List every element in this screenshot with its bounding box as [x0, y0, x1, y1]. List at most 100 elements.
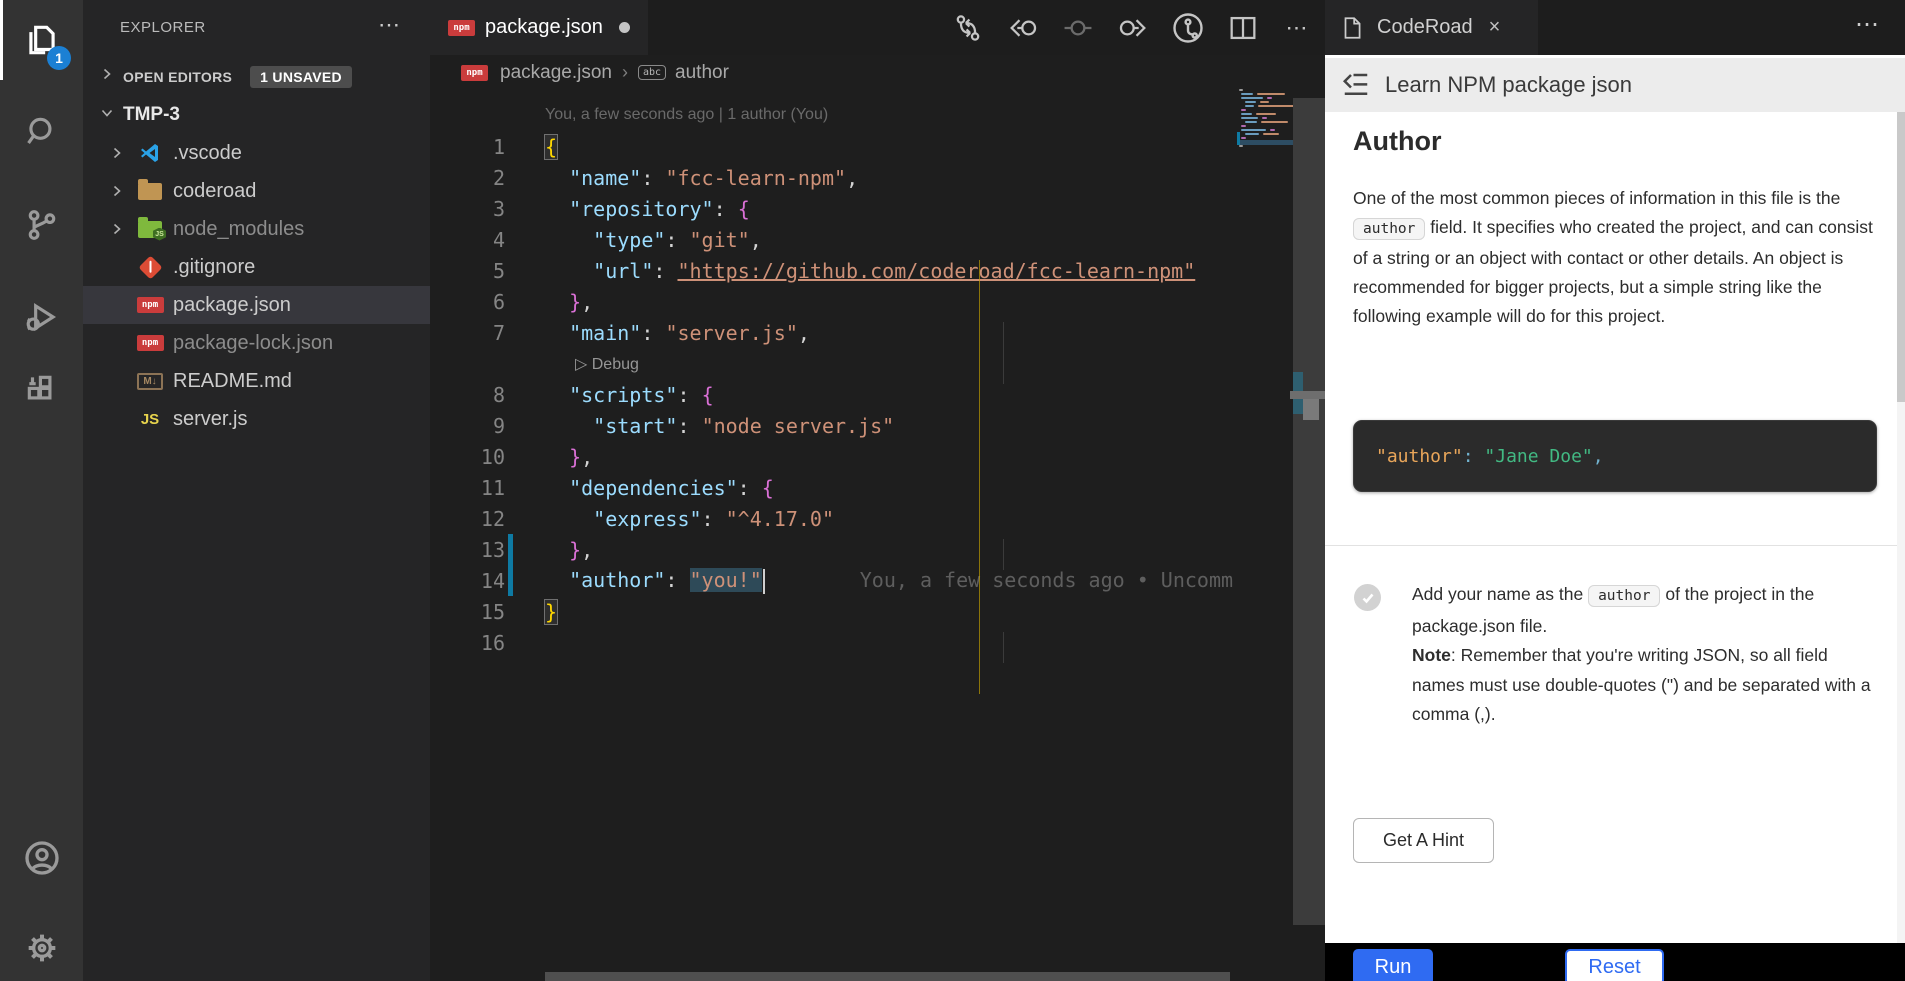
js-icon: JS: [141, 411, 159, 428]
panel-scrollbar-thumb[interactable]: [1897, 112, 1905, 402]
open-changes-icon[interactable]: [940, 0, 995, 55]
root-folder-label: TMP-3: [123, 104, 180, 126]
gutter: [505, 596, 545, 627]
file-tree-item-coderoad[interactable]: coderoad: [83, 172, 430, 210]
text: : Remember that you're writing JSON, so …: [1412, 645, 1871, 724]
code-line-11[interactable]: 11 "dependencies": {: [430, 472, 1237, 503]
coderoad-run-icon[interactable]: [1160, 0, 1215, 55]
line-number: 4: [430, 228, 505, 252]
overview-ruler-marker: [1303, 399, 1319, 420]
unsaved-badge: 1 UNSAVED: [250, 66, 352, 88]
breadcrumb-separator-icon: ›: [622, 62, 628, 83]
text: field. It specifies who created the proj…: [1353, 217, 1873, 326]
chevron-right-icon: [109, 183, 125, 199]
step-forward-icon[interactable]: [1105, 0, 1160, 55]
vscode-icon: [138, 141, 162, 165]
minimap[interactable]: [1237, 88, 1293, 148]
file-tree-item-server-js[interactable]: JSserver.js: [83, 400, 430, 438]
indent-guide: [1003, 632, 1004, 663]
inline-code: author: [1353, 218, 1425, 240]
code-line-4[interactable]: 4 "type": "git",: [430, 224, 1237, 255]
file-tree-item-package-json[interactable]: npmpackage.json: [83, 286, 430, 324]
step-back-icon[interactable]: [995, 0, 1050, 55]
code-line-9[interactable]: 9 "start": "node server.js": [430, 410, 1237, 441]
coderoad-content: Author One of the most common pieces of …: [1325, 112, 1905, 943]
file-tree-item--gitignore[interactable]: .gitignore: [83, 248, 430, 286]
git-blame-header: You, a few seconds ago | 1 author (You): [430, 98, 1237, 131]
line-number: 7: [430, 321, 505, 345]
more-actions-icon[interactable]: ⋯: [1270, 0, 1325, 55]
panel-scrollbar[interactable]: [1897, 112, 1905, 943]
search-icon[interactable]: [0, 92, 83, 172]
npm-icon: npm: [137, 297, 164, 313]
line-number: 11: [430, 476, 505, 500]
explorer-title: EXPLORER: [120, 19, 206, 36]
editor-scrollbar[interactable]: [1293, 98, 1325, 925]
bold-text: Note: [1412, 645, 1451, 665]
code-line-13[interactable]: 13 },: [430, 534, 1237, 565]
code-line-1[interactable]: 1{: [430, 131, 1237, 162]
code-line-8[interactable]: 8 "scripts": {: [430, 379, 1237, 410]
file-tree: .vscodecoderoadJSnode_modules.gitignoren…: [83, 134, 430, 438]
code-line-16[interactable]: 16: [430, 627, 1237, 658]
code-line-6[interactable]: 6 },: [430, 286, 1237, 317]
breadcrumb-symbol[interactable]: author: [675, 62, 729, 84]
panel-more-actions-icon[interactable]: ⋯: [1855, 10, 1881, 39]
modified-dot-icon[interactable]: [619, 22, 630, 33]
markdown-icon: M↓: [137, 373, 163, 390]
code-line-10[interactable]: 10 },: [430, 441, 1237, 472]
overview-ruler-marker: [1290, 391, 1325, 399]
step-over-icon[interactable]: [1050, 0, 1105, 55]
code-line-14[interactable]: 14 "author": "you!"You, a few seconds ag…: [430, 565, 1237, 596]
divider: [1325, 545, 1905, 546]
run-debug-icon[interactable]: [0, 277, 83, 357]
run-button[interactable]: Run: [1353, 949, 1433, 981]
code-text: {: [545, 135, 557, 159]
reset-button[interactable]: Reset: [1565, 949, 1664, 981]
gutter: [505, 255, 545, 286]
close-icon[interactable]: ×: [1489, 16, 1501, 39]
gutter: [505, 317, 545, 348]
gutter: [505, 410, 545, 441]
accounts-icon[interactable]: [0, 818, 83, 898]
tab-coderoad[interactable]: CodeRoad ×: [1325, 0, 1538, 55]
code-line-7[interactable]: 7 "main": "server.js",: [430, 317, 1237, 348]
breadcrumb-file[interactable]: package.json: [500, 62, 612, 84]
tab-package-json[interactable]: npm package.json: [430, 0, 648, 55]
gutter: [505, 162, 545, 193]
split-editor-icon[interactable]: [1215, 0, 1270, 55]
file-tree-item-package-lock-json[interactable]: npmpackage-lock.json: [83, 324, 430, 362]
coderoad-header: Learn NPM package json: [1325, 58, 1905, 112]
explorer-icon[interactable]: 1: [0, 0, 83, 80]
line-number: 8: [430, 383, 505, 407]
horizontal-scrollbar[interactable]: [545, 972, 1230, 981]
line-number: 3: [430, 197, 505, 221]
debug-codelens[interactable]: ▷ Debug: [575, 354, 639, 374]
code-editor[interactable]: You, a few seconds ago | 1 author (You) …: [430, 98, 1237, 658]
extensions-icon[interactable]: [0, 350, 83, 430]
file-tree-item--vscode[interactable]: .vscode: [83, 134, 430, 172]
file-tree-item-node-modules[interactable]: JSnode_modules: [83, 210, 430, 248]
code-line-2[interactable]: 2 "name": "fcc-learn-npm",: [430, 162, 1237, 193]
lesson-heading: Author: [1353, 126, 1441, 157]
back-to-menu-icon[interactable]: [1341, 72, 1371, 98]
indent-guide: [979, 260, 980, 694]
line-number: 2: [430, 166, 505, 190]
editor-group: npm package.json: [430, 0, 1325, 981]
settings-gear-icon[interactable]: [0, 908, 83, 981]
code-text: "dependencies": {: [545, 476, 774, 500]
get-a-hint-button[interactable]: Get A Hint: [1353, 818, 1494, 863]
file-tree-item-readme-md[interactable]: M↓README.md: [83, 362, 430, 400]
code-line-3[interactable]: 3 "repository": {: [430, 193, 1237, 224]
code-line-12[interactable]: 12 "express": "^4.17.0": [430, 503, 1237, 534]
open-editors-section[interactable]: OPEN EDITORS 1 UNSAVED: [83, 58, 430, 95]
line-number: 13: [430, 538, 505, 562]
code-line-15[interactable]: 15}: [430, 596, 1237, 627]
codelens-row: ▷ Debug: [430, 348, 1237, 379]
source-control-icon[interactable]: [0, 185, 83, 265]
editor-tabstrip: npm package.json: [430, 0, 1325, 55]
workspace-root-folder[interactable]: TMP-3: [83, 96, 430, 134]
code-line-5[interactable]: 5 "url": "https://github.com/coderoad/fc…: [430, 255, 1237, 286]
explorer-more-actions-icon[interactable]: ⋯: [378, 12, 400, 38]
line-number: 6: [430, 290, 505, 314]
